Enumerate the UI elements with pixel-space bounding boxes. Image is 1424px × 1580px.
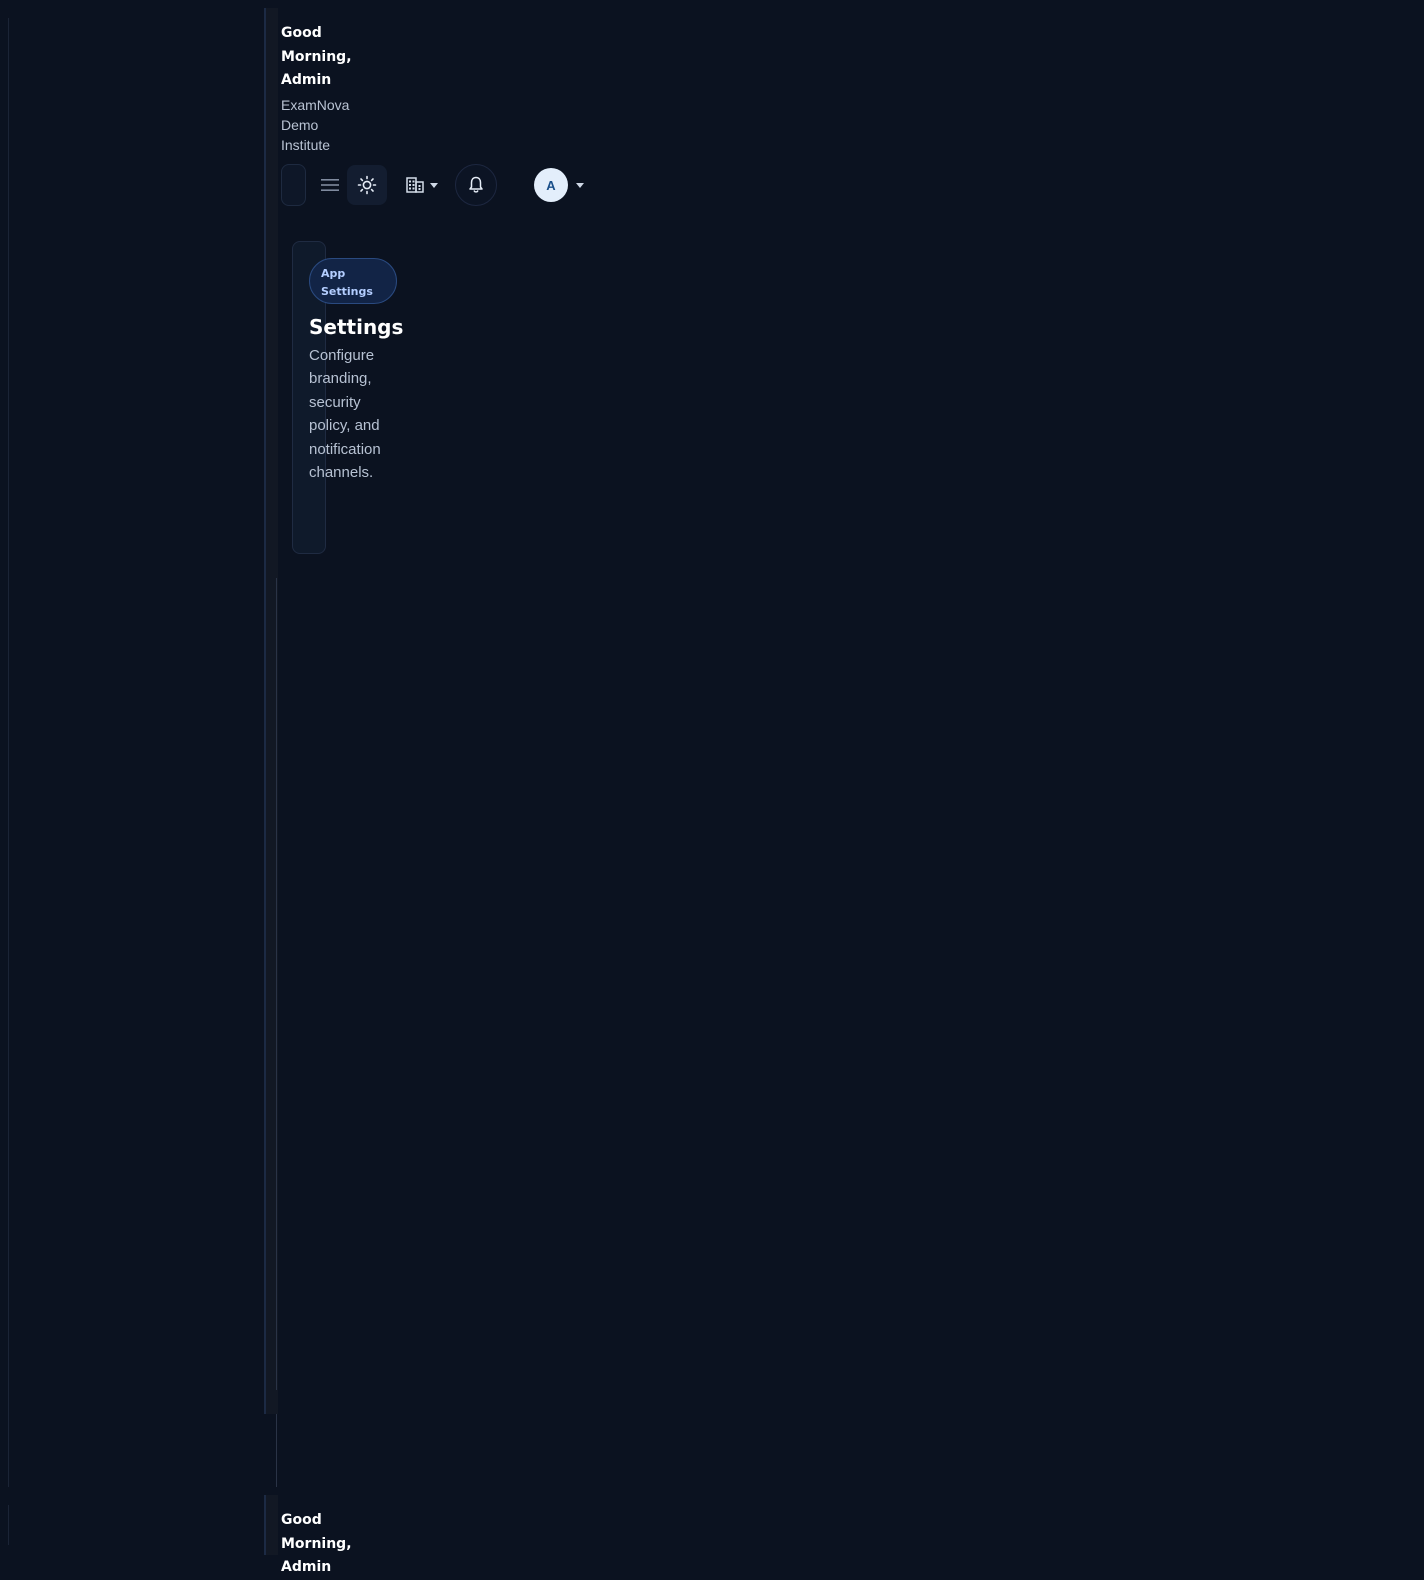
menu-button[interactable] (317, 172, 343, 198)
chevron-down-icon (430, 182, 438, 188)
hamburger-menu-icon (321, 179, 339, 191)
page-left-divider (8, 18, 9, 1487)
top-toolbar: A (281, 164, 601, 206)
collapsed-sidebar-repeat (264, 1495, 278, 1555)
section-badge-label: App Settings (321, 267, 373, 298)
theme-toggle-button[interactable] (347, 165, 387, 205)
bell-icon (469, 176, 483, 193)
institute-name: ExamNova Demo Institute (281, 96, 350, 153)
notifications-button[interactable] (455, 164, 497, 206)
building-icon (406, 177, 424, 193)
page-header: Good Morning, Admin ExamNova Demo Instit… (281, 22, 621, 155)
greeting-heading-repeat: Good Morning, Admin (281, 1512, 352, 1575)
section-badge: App Settings (309, 258, 397, 304)
chevron-down-icon (576, 182, 584, 188)
content-divider-lower (276, 1414, 277, 1487)
page-title: Settings (309, 315, 404, 339)
page-left-divider-bottom (8, 1505, 9, 1545)
organization-switcher[interactable] (401, 172, 443, 198)
search-field[interactable] (281, 164, 306, 206)
page-header-repeat: Good Morning, Admin (281, 1509, 401, 1580)
user-menu[interactable]: A (529, 168, 589, 202)
avatar[interactable]: A (534, 168, 568, 202)
settings-card-content: App Settings Settings Configure branding… (309, 258, 429, 484)
page-description: Configure branding, security policy, and… (309, 347, 381, 482)
greeting-heading: Good Morning, Admin (281, 25, 352, 88)
sun-icon (357, 175, 377, 195)
content-divider (276, 578, 277, 1390)
